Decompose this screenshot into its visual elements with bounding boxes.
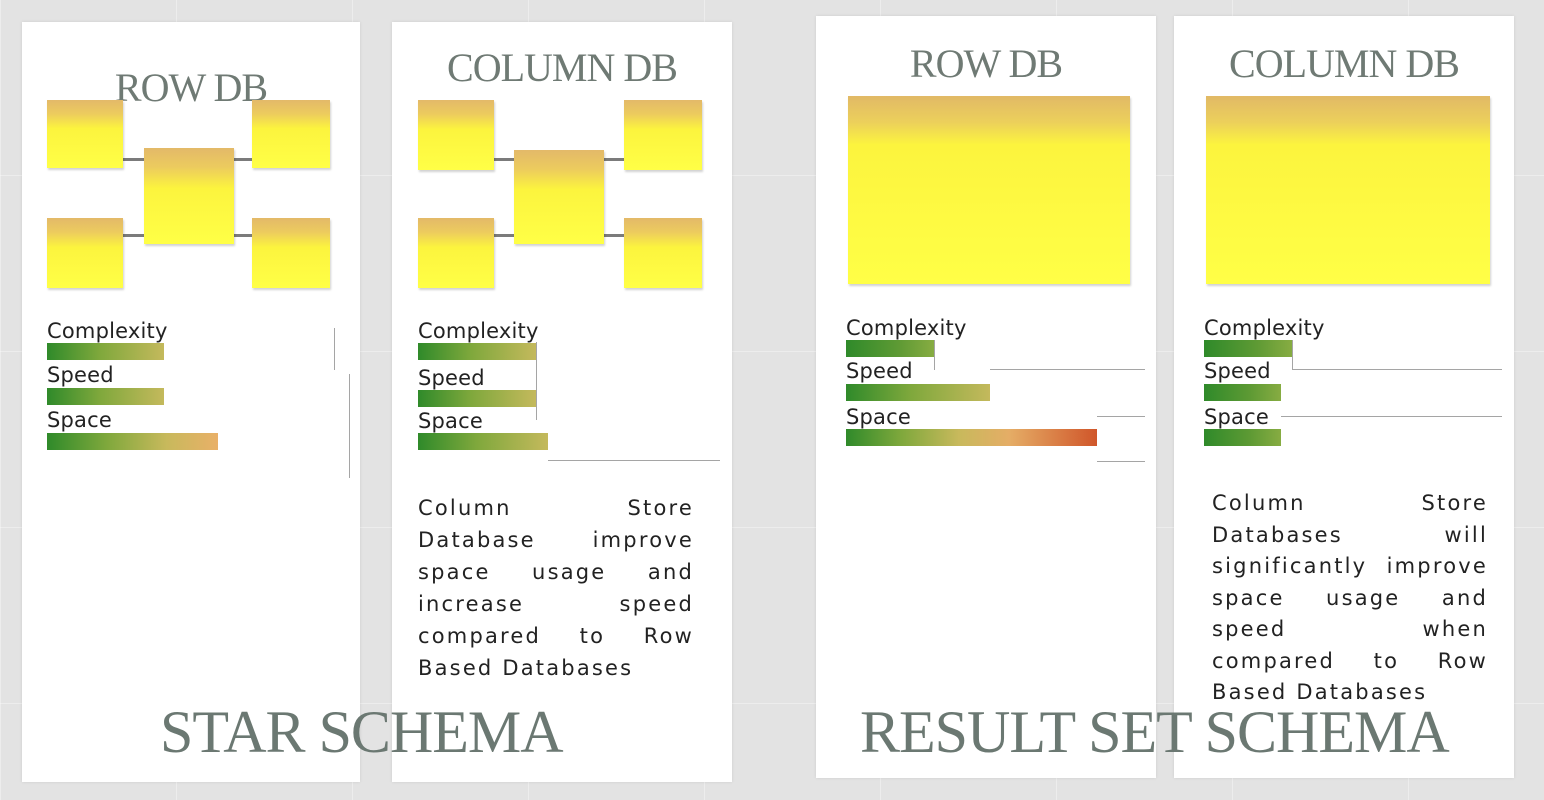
dimension-table-box	[418, 218, 494, 288]
space-bar	[846, 429, 1097, 446]
divider-line	[1281, 416, 1502, 417]
complexity-bar	[418, 343, 536, 360]
dimension-table-box	[47, 218, 123, 288]
speed-bar	[47, 388, 164, 405]
star-column-db-panel: COLUMN DB Complexity Speed Space Column …	[392, 22, 732, 782]
speed-bar	[418, 390, 536, 407]
complexity-bar	[846, 340, 934, 357]
metric-label-speed: Speed	[418, 366, 485, 390]
dimension-table-box	[252, 218, 330, 288]
section-title-star-schema: STAR SCHEMA	[160, 699, 564, 765]
complexity-bar	[1204, 340, 1292, 357]
section-title-result-set-schema: RESULT SET SCHEMA	[860, 699, 1450, 765]
dimension-table-box	[624, 218, 702, 288]
divider-line	[548, 460, 720, 461]
star-row-db-panel: ROW DB Complexity Speed Space	[22, 22, 360, 782]
divider-line	[1292, 369, 1502, 370]
metric-label-speed: Speed	[846, 359, 913, 383]
fact-table-box	[144, 148, 234, 244]
divider-line	[990, 369, 1145, 370]
fact-table-box	[514, 150, 604, 244]
panel-title: ROW DB	[909, 41, 1063, 86]
dimension-table-box	[47, 100, 123, 168]
divider-line	[536, 342, 537, 420]
dimension-table-box	[418, 100, 494, 170]
divider-line	[1097, 461, 1145, 462]
panel-title: COLUMN DB	[1229, 41, 1460, 86]
speed-bar	[1204, 384, 1281, 401]
metric-label-space: Space	[846, 405, 911, 429]
panel-title: COLUMN DB	[447, 45, 678, 90]
metric-label-speed: Speed	[47, 363, 114, 387]
divider-line	[1097, 416, 1145, 417]
metric-label-complexity: Complexity	[1204, 316, 1325, 340]
description-text: Column Store Database improve space usag…	[418, 496, 694, 680]
divider-line	[349, 374, 350, 478]
result-column-db-panel: COLUMN DB Complexity Speed Space Column …	[1174, 16, 1514, 778]
result-row-db-panel: ROW DB Complexity Speed Space	[816, 16, 1156, 778]
space-bar	[1204, 429, 1281, 446]
metric-label-space: Space	[1204, 405, 1269, 429]
speed-bar	[846, 384, 990, 401]
metric-label-space: Space	[47, 408, 112, 432]
space-bar	[418, 433, 548, 450]
result-set-table-box	[1206, 96, 1490, 284]
description-text: Column Store Databases will significantl…	[1212, 491, 1488, 704]
divider-line	[934, 340, 935, 370]
result-set-table-box	[848, 96, 1130, 284]
divider-line	[334, 328, 335, 370]
metric-label-complexity: Complexity	[47, 319, 168, 343]
metric-label-speed: Speed	[1204, 359, 1271, 383]
dimension-table-box	[624, 100, 702, 170]
dimension-table-box	[252, 100, 330, 168]
divider-line	[1292, 340, 1293, 370]
complexity-bar	[47, 343, 164, 360]
metric-label-space: Space	[418, 409, 483, 433]
space-bar	[47, 433, 218, 450]
metric-label-complexity: Complexity	[846, 316, 967, 340]
metric-label-complexity: Complexity	[418, 319, 539, 343]
